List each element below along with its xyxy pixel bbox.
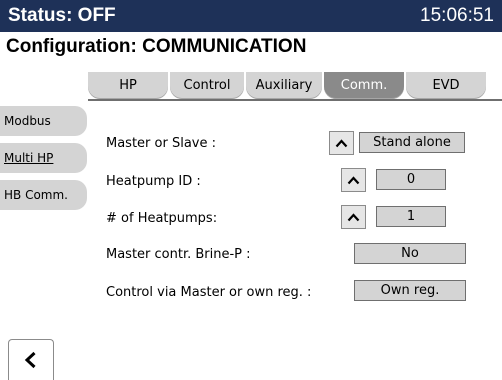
master-slave-label: Master or Slave : — [106, 136, 216, 151]
tab-label: Control — [183, 78, 231, 93]
side-tab-modbus[interactable]: Modbus — [0, 106, 87, 136]
master-slave-value[interactable]: Stand alone — [359, 132, 465, 153]
tab-control[interactable]: Control — [170, 72, 244, 99]
clock: 15:06:51 — [420, 5, 494, 26]
control-via-value[interactable]: Own reg. — [354, 280, 466, 301]
master-slave-up-button[interactable] — [329, 131, 354, 155]
tab-hp[interactable]: HP — [88, 72, 168, 99]
side-tab-label: HB Comm. — [4, 188, 68, 202]
page-title: Configuration: COMMUNICATION — [6, 36, 307, 57]
heatpump-id-up-button[interactable] — [341, 168, 366, 192]
heatpump-id-value[interactable]: 0 — [376, 169, 446, 190]
tab-evd[interactable]: EVD — [406, 72, 486, 99]
side-tab-multi-hp[interactable]: Multi HP — [0, 143, 87, 173]
side-tab-hb-comm[interactable]: HB Comm. — [0, 180, 87, 210]
side-tab-label: Modbus — [4, 114, 51, 128]
tab-label: HP — [119, 78, 137, 93]
chevron-up-icon — [335, 138, 348, 147]
back-button[interactable] — [8, 339, 54, 380]
tab-comm[interactable]: Comm. — [324, 72, 404, 99]
side-tab-label: Multi HP — [4, 151, 54, 165]
master-brine-value[interactable]: No — [354, 243, 466, 264]
chevron-up-icon — [347, 212, 360, 221]
heatpump-id-label: Heatpump ID : — [106, 174, 201, 189]
num-heatpumps-label: # of Heatpumps: — [106, 211, 218, 226]
chevron-left-icon — [24, 351, 36, 369]
tab-auxiliary[interactable]: Auxiliary — [246, 72, 322, 99]
chevron-up-icon — [347, 175, 360, 184]
tab-label: EVD — [432, 78, 460, 93]
num-heatpumps-value[interactable]: 1 — [376, 206, 446, 227]
master-brine-label: Master contr. Brine-P : — [106, 247, 251, 262]
tab-label: Auxiliary — [255, 78, 313, 93]
control-via-label: Control via Master or own reg. : — [106, 285, 312, 300]
status-bar: Status: OFF 15:06:51 — [0, 0, 502, 32]
tab-divider — [88, 99, 502, 101]
status-text: Status: OFF — [8, 5, 116, 26]
num-heatpumps-up-button[interactable] — [341, 205, 366, 229]
tab-label: Comm. — [340, 78, 388, 93]
